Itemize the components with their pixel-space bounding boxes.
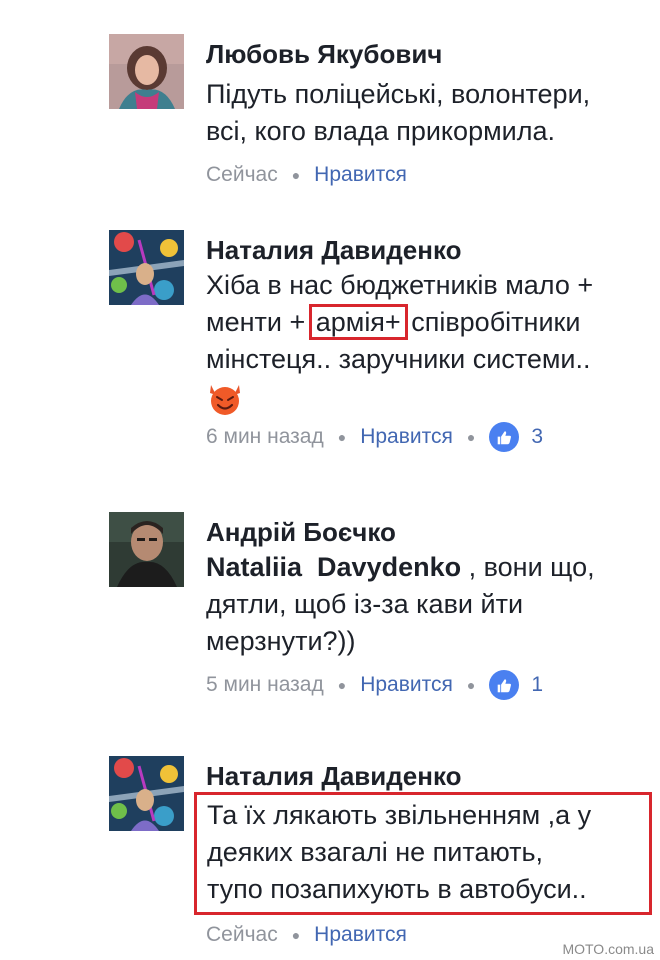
comment-text-line: дятли, щоб із-за кави йти [206, 589, 524, 619]
comment-time[interactable]: 6 мин назад [206, 422, 324, 452]
like-button[interactable]: Нравится [360, 422, 453, 452]
comment-text-line: Nataliia Davydenko , вони що, [206, 549, 646, 586]
comment-text-line: деяких взагалі не питають, [207, 837, 544, 867]
avatar[interactable] [109, 756, 184, 831]
comment-time[interactable]: 5 мин назад [206, 670, 324, 700]
separator-dot: ● [291, 927, 301, 943]
comment-author[interactable]: Наталия Давиденко [206, 760, 646, 792]
comment-text-line: Підуть поліцейські, волонтери, [206, 79, 591, 109]
highlighted-comment-text: Та їх лякають звільненням ,а у деяких вз… [194, 792, 652, 915]
comment-time[interactable]: Сейчас [206, 160, 278, 190]
comment-text-line: мінстеця.. заручники системи.. [206, 344, 591, 374]
comment-author[interactable]: Любовь Якубович [206, 38, 646, 70]
comment-meta: 5 мин назад ● Нравится ● 1 [206, 670, 646, 700]
highlighted-word: армія+ [308, 304, 408, 340]
like-button[interactable]: Нравится [314, 920, 407, 950]
like-button[interactable]: Нравится [360, 670, 453, 700]
separator-dot: ● [337, 429, 347, 445]
separator-dot: ● [291, 167, 301, 183]
avatar[interactable] [109, 230, 184, 305]
reaction-count[interactable]: 3 [489, 422, 543, 452]
comment-text: Хіба в нас бюджетників мало + менти + ар… [206, 267, 646, 418]
avatar-photo [109, 34, 184, 109]
separator-dot: ● [466, 429, 476, 445]
comment-emoji-line [206, 378, 646, 418]
comment-meta: Сейчас ● Нравится [206, 160, 646, 190]
avatar[interactable] [109, 512, 184, 587]
comment-author[interactable]: Наталия Давиденко [206, 234, 646, 266]
comment-text-segment: співробітники [403, 307, 581, 337]
mention-link[interactable]: Nataliia Davydenko [206, 552, 461, 582]
thumbs-up-icon [489, 670, 520, 700]
comment-time[interactable]: Сейчас [206, 920, 278, 950]
comment-text: Підуть поліцейські, волонтери, всі, кого… [206, 76, 646, 150]
watermark: MOTO.com.ua [562, 941, 654, 957]
smiling-devil-emoji [210, 384, 240, 415]
separator-dot: ● [337, 677, 347, 693]
comment-text-line: мерзнути?)) [206, 626, 356, 656]
reaction-count[interactable]: 1 [489, 670, 543, 700]
avatar-photo [109, 756, 184, 831]
avatar-photo [109, 512, 184, 587]
avatar[interactable] [109, 34, 184, 109]
comment-text-line: Хіба в нас бюджетників мало + [206, 270, 594, 300]
comment-author[interactable]: Андрій Боєчко [206, 516, 646, 548]
reaction-count-value: 1 [531, 673, 544, 696]
comment-text-segment: , вони що, [461, 552, 595, 582]
like-button[interactable]: Нравится [314, 160, 407, 190]
avatar-photo [109, 230, 184, 305]
comment-text-segment: менти + [206, 307, 313, 337]
comment-text: Nataliia Davydenko , вони що, дятли, щоб… [206, 549, 646, 660]
comment-text-line: тупо позапихують в автобуси.. [207, 874, 587, 904]
comment-text-line: Та їх лякають звільненням ,а у [207, 800, 592, 830]
reaction-count-value: 3 [531, 425, 544, 448]
comment-meta: 6 мин назад ● Нравится ● 3 [206, 422, 646, 452]
comment-text-line: менти + армія+ співробітники [206, 304, 646, 341]
separator-dot: ● [466, 677, 476, 693]
thumbs-up-icon [489, 422, 520, 452]
comment-text-line: всі, кого влада прикормила. [206, 116, 555, 146]
